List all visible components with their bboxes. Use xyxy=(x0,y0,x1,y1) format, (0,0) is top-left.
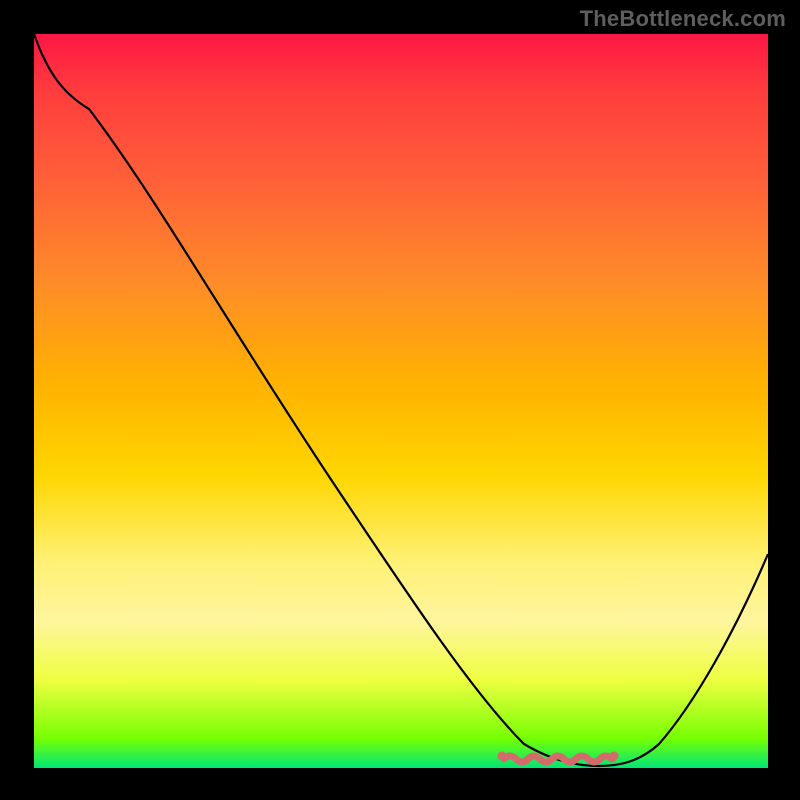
marker-start-dot xyxy=(498,752,507,761)
watermark-text: TheBottleneck.com xyxy=(580,6,786,32)
marker-end-dot xyxy=(610,752,619,761)
chart-svg xyxy=(34,34,768,768)
bottleneck-curve xyxy=(34,34,768,766)
chart-frame: TheBottleneck.com xyxy=(0,0,800,800)
plot-area xyxy=(34,34,768,768)
optimal-range-marker xyxy=(504,756,612,762)
